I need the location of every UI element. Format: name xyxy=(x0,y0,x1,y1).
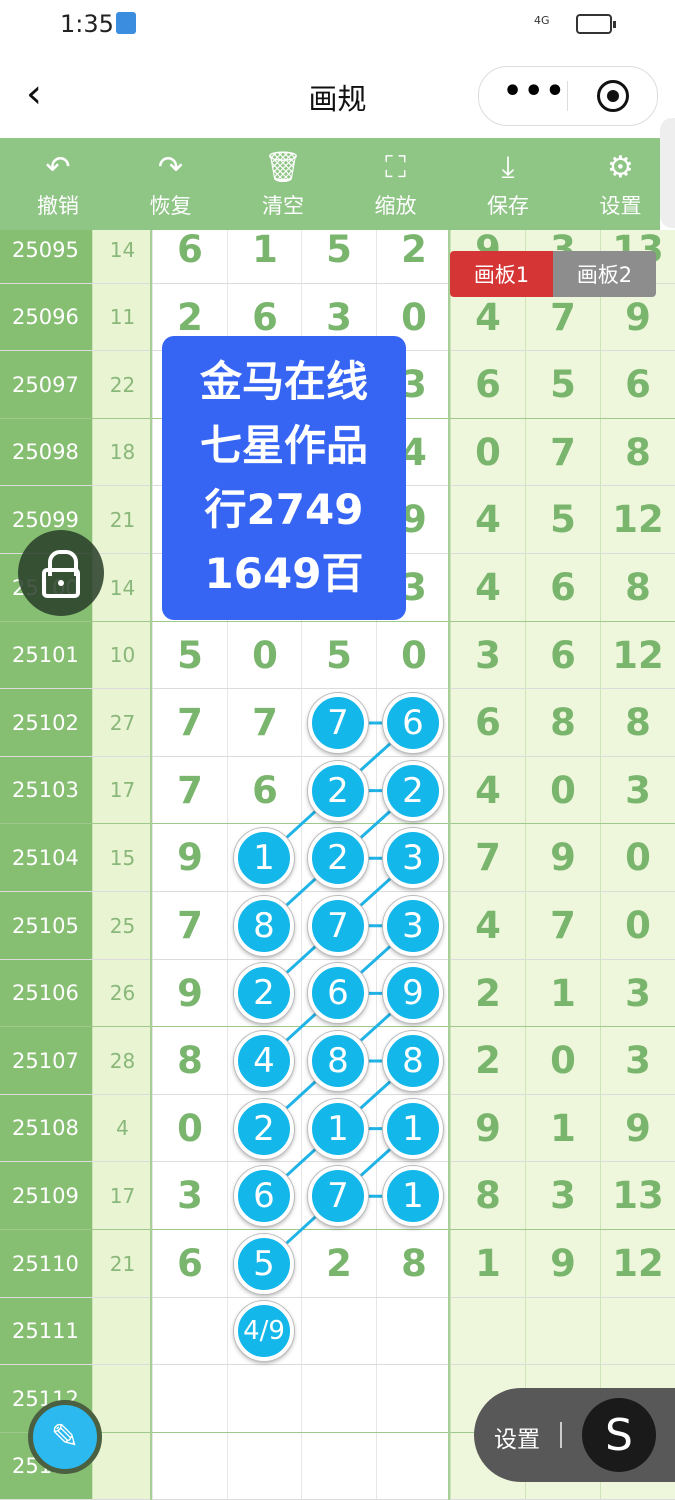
settings-button[interactable]: 设置 xyxy=(494,1420,540,1454)
settings-pill: 设置 S xyxy=(474,1388,675,1482)
selected-ball[interactable]: 8 xyxy=(234,895,294,956)
notification-icon xyxy=(116,12,136,34)
selected-ball[interactable]: 6 xyxy=(383,693,443,753)
board-tabs: 画板1 画板2 xyxy=(450,251,656,297)
selected-ball[interactable]: 7 xyxy=(308,895,368,956)
lock-body xyxy=(42,568,80,598)
toolbar-label: 恢复 xyxy=(149,194,192,218)
toolbar-label: 设置 xyxy=(599,194,642,218)
toolbar-button-redo[interactable]: ↷ 恢复 xyxy=(121,138,221,230)
selected-ball[interactable]: 8 xyxy=(308,1031,368,1091)
toolbar-button-zoom[interactable]: ⛶ 缩放 xyxy=(346,138,446,230)
toolbar: ↶ 撤销 ↷ 恢复 🗑 清空 ⛶ 缩放 ⤓ 保存 ⚙ 设置 xyxy=(0,138,660,230)
overlay-line: 1649百 xyxy=(204,549,364,598)
selected-ball[interactable]: 3 xyxy=(383,895,443,956)
selected-ball[interactable]: 2 xyxy=(234,1098,294,1159)
selected-ball[interactable]: 1 xyxy=(308,1098,368,1159)
undo-icon: ↶ xyxy=(45,150,71,185)
trash-icon: 🗑 xyxy=(263,150,303,185)
more-dots-icon[interactable]: ••• xyxy=(503,77,567,107)
toolbar-button-download[interactable]: ⤓ 保存 xyxy=(458,138,558,230)
selected-ball[interactable]: 2 xyxy=(308,760,368,821)
selected-ball[interactable]: 2 xyxy=(308,828,368,889)
lock-icon[interactable] xyxy=(18,530,104,616)
selected-ball[interactable]: 2 xyxy=(383,760,443,821)
target-icon[interactable] xyxy=(597,80,629,112)
selected-ball[interactable]: 7 xyxy=(308,693,368,753)
selected-ball[interactable]: 8 xyxy=(383,1031,443,1091)
selected-ball[interactable]: 2 xyxy=(234,963,294,1024)
gear-icon: ⚙ xyxy=(607,150,634,185)
selected-ball[interactable]: 6 xyxy=(308,963,368,1024)
selected-ball[interactable]: 1 xyxy=(234,828,294,889)
signal-icon: 4G xyxy=(534,14,550,27)
status-time: 1:35 xyxy=(60,10,114,38)
selected-ball[interactable]: 7 xyxy=(308,1166,368,1227)
selected-ball[interactable]: 9 xyxy=(383,963,443,1024)
toolbar-label: 撤销 xyxy=(37,194,79,218)
tab-board-2[interactable]: 画板2 xyxy=(553,251,656,297)
pill-divider xyxy=(560,1422,562,1448)
zoom-icon: ⛶ xyxy=(385,150,406,185)
capsule-divider xyxy=(567,81,568,111)
toolbar-button-undo[interactable]: ↶ 撤销 xyxy=(8,138,108,230)
redo-icon: ↷ xyxy=(157,150,184,185)
nav-bar: ‹ 画规 ••• xyxy=(0,52,675,138)
toolbar-label: 保存 xyxy=(487,194,529,218)
selected-ball[interactable]: 4 xyxy=(234,1031,294,1091)
overlay-line: 行2749 xyxy=(204,485,364,534)
pen-icon[interactable]: ✎ xyxy=(28,1400,102,1474)
watermark-overlay: 金马在线 七星作品 行2749 1649百 xyxy=(162,336,406,620)
selected-ball[interactable]: 5 xyxy=(234,1233,294,1294)
battery-icon xyxy=(576,14,616,34)
selected-ball[interactable]: 6 xyxy=(234,1166,294,1227)
toolbar-button-trash[interactable]: 🗑 清空 xyxy=(233,138,333,230)
overlay-line: 金马在线 xyxy=(199,357,368,406)
toolbar-label: 缩放 xyxy=(374,194,417,218)
selected-ball[interactable]: 1 xyxy=(383,1098,443,1159)
s-button[interactable]: S xyxy=(582,1398,656,1472)
tab-board-1[interactable]: 画板1 xyxy=(450,251,553,297)
selected-ball[interactable]: 4/9 xyxy=(234,1301,294,1362)
toolbar-button-gear[interactable]: ⚙ 设置 xyxy=(571,138,671,230)
mini-program-capsule: ••• xyxy=(478,66,658,126)
overlay-line: 七星作品 xyxy=(199,421,368,470)
status-bar: 1:35 4G xyxy=(0,0,675,52)
selected-ball[interactable]: 3 xyxy=(383,828,443,889)
selected-ball[interactable]: 1 xyxy=(383,1166,443,1227)
download-icon: ⤓ xyxy=(501,150,515,185)
toolbar-label: 清空 xyxy=(262,194,304,218)
